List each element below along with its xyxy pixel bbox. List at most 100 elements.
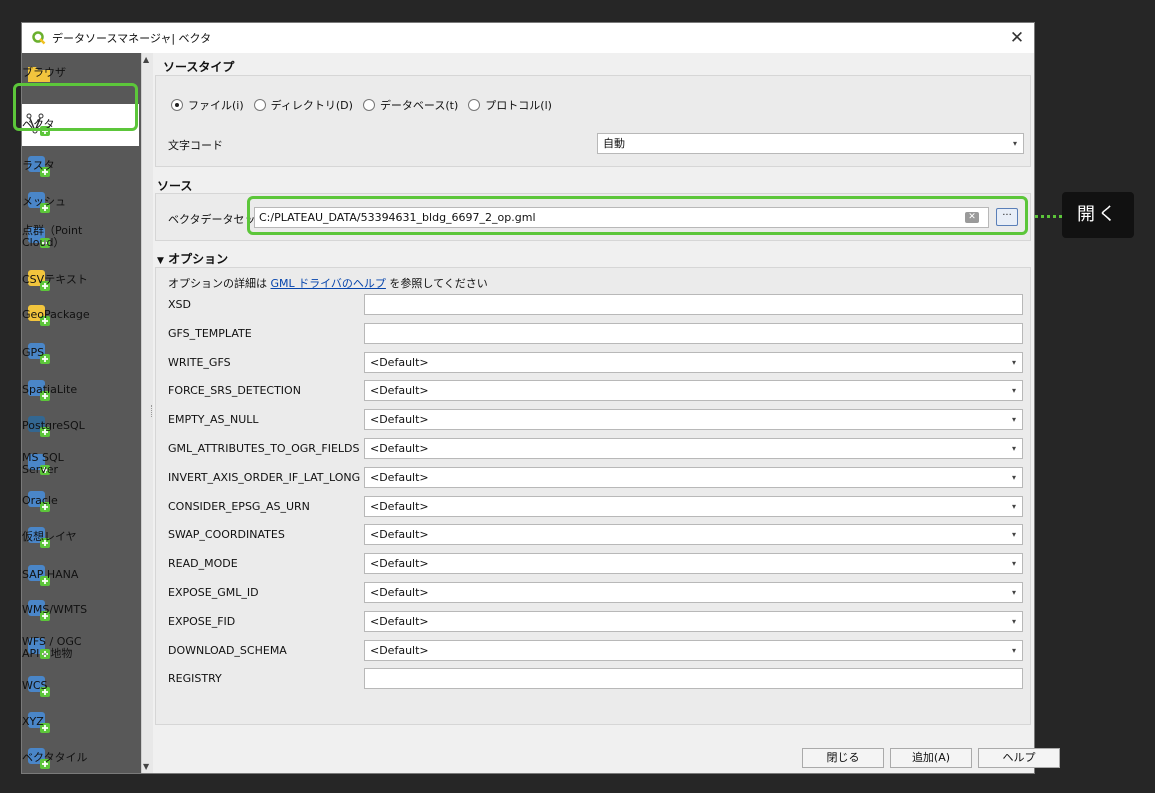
option-select[interactable]: <Default> ▾ xyxy=(364,582,1023,603)
option-label: FORCE_SRS_DETECTION xyxy=(168,384,301,398)
option-label: EMPTY_AS_NULL xyxy=(168,413,259,427)
option-label: WRITE_GFS xyxy=(168,355,231,369)
option-select[interactable]: <Default> ▾ xyxy=(364,438,1023,459)
chevron-down-icon: ▾ xyxy=(1011,645,1016,655)
close-icon[interactable]: ✕ xyxy=(1006,27,1028,49)
sidebar-item-label: メッシュ xyxy=(22,195,66,208)
sidebar-item-label: 点群（Point Cloud） xyxy=(22,225,82,249)
sidebar-item-csv[interactable]: CSVテキスト xyxy=(22,263,141,297)
sidebar-item-label: Oracle xyxy=(22,494,58,507)
sidebar-item-label: ベクタタイル xyxy=(22,751,88,764)
gml-driver-help-link[interactable]: GML ドライバのヘルプ xyxy=(271,277,386,290)
sidebar-item-vector-tile[interactable]: ベクタタイル xyxy=(22,741,141,773)
option-label: INVERT_AXIS_ORDER_IF_LAT_LONG xyxy=(168,470,361,484)
radio-source-type-2[interactable]: データベース(t) xyxy=(362,97,459,113)
option-select[interactable]: <Default> ▾ xyxy=(364,553,1023,575)
radio-checked-icon[interactable] xyxy=(171,99,183,111)
qgis-logo-icon xyxy=(32,31,46,45)
sidebar-item-label-line2: Cloud） xyxy=(22,236,65,249)
option-select-value: <Default> xyxy=(370,557,429,571)
option-select[interactable]: <Default> ▾ xyxy=(364,524,1023,546)
sidebar-item-label: SpatiaLite xyxy=(22,383,78,396)
options-title[interactable]: ▼ オプション xyxy=(157,250,228,267)
option-label: SWAP_COORDINATES xyxy=(168,528,285,542)
chevron-down-icon: ▾ xyxy=(1011,357,1016,367)
radio-unchecked-icon[interactable] xyxy=(468,99,481,111)
sidebar-item-oracle[interactable]: Oracle xyxy=(22,484,141,518)
source-type-panel: ファイル(i) ディレクトリ(D) データベース(t) プロトコル(l) 文字コード … xyxy=(155,75,1031,167)
options-help-text: オプションの詳細は GML ドライバのヘルプ を参照してください xyxy=(168,275,488,291)
option-select[interactable]: <Default> ▾ xyxy=(364,610,1023,632)
option-text-input[interactable] xyxy=(364,322,1023,344)
source-title: ソース xyxy=(157,179,193,193)
option-select-value: <Default> xyxy=(370,355,429,369)
sidebar-item-geopackage[interactable]: GeoPackage xyxy=(22,298,141,332)
radio-source-type-1[interactable]: ディレクトリ(D) xyxy=(253,97,353,113)
source-type-radio-group: ファイル(i) ディレクトリ(D) データベース(t) プロトコル(l) xyxy=(171,97,562,113)
sidebar-item-virtual-layer[interactable]: 仮想レイヤ xyxy=(22,520,141,554)
radio-unchecked-icon[interactable] xyxy=(362,99,375,111)
sidebar-item-wcs[interactable]: WCS xyxy=(22,669,141,703)
sidebar-item-label: XYZ xyxy=(22,715,44,728)
sidebar-item-sap-hana[interactable]: SAP HANA xyxy=(22,558,141,592)
encoding-select[interactable]: 自動 ▾ xyxy=(597,133,1024,154)
collapse-icon[interactable]: ▼ xyxy=(157,256,164,266)
chevron-down-icon: ▾ xyxy=(1011,530,1016,540)
option-label: EXPOSE_GML_ID xyxy=(168,586,259,599)
options-panel: オプションの詳細は GML ドライバのヘルプ を参照してください XSD GFS_… xyxy=(155,267,1031,725)
scroll-down-icon[interactable]: ▼ xyxy=(143,762,149,771)
chevron-down-icon: ▾ xyxy=(1011,415,1016,425)
sidebar-item-postgresql[interactable]: PostgreSQL xyxy=(22,409,141,443)
source-type-sidebar: ブラウザ ベクタ ラスタ メッシュ 点群（Point Cloud） CSVテキスト GeoPa… xyxy=(22,53,141,773)
scroll-up-icon[interactable]: ▲ xyxy=(143,55,149,64)
option-select[interactable]: <Default> ▾ xyxy=(364,409,1023,431)
option-select-value: <Default> xyxy=(370,614,429,628)
option-select-value: <Default> xyxy=(370,643,429,657)
add-button[interactable]: 追加(A) xyxy=(890,748,972,768)
option-select[interactable]: <Default> ▾ xyxy=(364,495,1023,517)
option-select-value: <Default> xyxy=(370,586,429,599)
sidebar-item-label: WMS/WMTS xyxy=(22,603,88,616)
window-title: データソースマネージャ| ベクタ xyxy=(52,32,212,45)
radio-label: データベース(t) xyxy=(379,99,459,112)
sidebar-item-mesh[interactable]: メッシュ xyxy=(22,185,141,219)
sidebar-item-label: PostgreSQL xyxy=(22,419,85,432)
chevron-down-icon: ▾ xyxy=(1011,501,1016,511)
radio-label: ディレクトリ(D) xyxy=(270,99,353,112)
option-select[interactable]: <Default> ▾ xyxy=(364,466,1023,488)
radio-label: プロトコル(l) xyxy=(485,99,552,112)
option-text-input[interactable] xyxy=(364,294,1023,315)
chevron-down-icon: ▾ xyxy=(1011,444,1016,453)
sidebar-item-label: GPS xyxy=(22,346,45,359)
option-select[interactable]: <Default> ▾ xyxy=(364,639,1023,661)
sidebar-item-point-cloud[interactable]: 点群（Point Cloud） xyxy=(22,220,141,254)
option-label: GML_ATTRIBUTES_TO_OGR_FIELDS xyxy=(168,442,360,455)
option-select-value: <Default> xyxy=(370,384,429,398)
source-type-title: ソースタイプ xyxy=(163,60,235,74)
help-suffix: を参照してください xyxy=(385,277,488,290)
option-select[interactable]: <Default> ▾ xyxy=(364,380,1023,402)
radio-unchecked-icon[interactable] xyxy=(253,99,266,111)
close-button[interactable]: 閉じる xyxy=(802,748,884,768)
sidebar-item-label: SAP HANA xyxy=(22,568,79,581)
radio-source-type-3[interactable]: プロトコル(l) xyxy=(468,97,552,113)
sidebar-item-gps[interactable]: GPS xyxy=(22,336,141,370)
option-select[interactable]: <Default> ▾ xyxy=(364,351,1023,373)
radio-source-type-0[interactable]: ファイル(i) xyxy=(171,97,244,113)
sidebar-item-xyz[interactable]: XYZ xyxy=(22,705,141,739)
sidebar-item-wms[interactable]: WMS/WMTS xyxy=(22,593,141,627)
radio-label: ファイル(i) xyxy=(188,99,244,112)
sidebar-item-label: WFS / OGC API - 地物 xyxy=(22,636,82,660)
option-text-input[interactable] xyxy=(364,668,1023,690)
sidebar-item-spatialite[interactable]: SpatiaLite xyxy=(22,373,141,407)
splitter-handle[interactable] xyxy=(151,405,154,417)
main-panel: ソースタイプ ファイル(i) ディレクトリ(D) データベース(t) プロトコル(l)… xyxy=(153,53,1060,773)
sidebar-item-wfs[interactable]: WFS / OGC API - 地物 xyxy=(22,631,141,665)
sidebar-item-label: ブラウザ xyxy=(22,66,66,79)
sidebar-item-mssql[interactable]: MS SQL Server xyxy=(22,447,141,481)
help-button[interactable]: ヘルプ xyxy=(978,748,1060,768)
sidebar-item-raster[interactable]: ラスタ xyxy=(22,149,141,183)
sidebar-item-label: ラスタ xyxy=(22,159,55,172)
chevron-down-icon: ▾ xyxy=(1011,588,1016,597)
sidebar-item-label: GeoPackage xyxy=(22,308,90,321)
